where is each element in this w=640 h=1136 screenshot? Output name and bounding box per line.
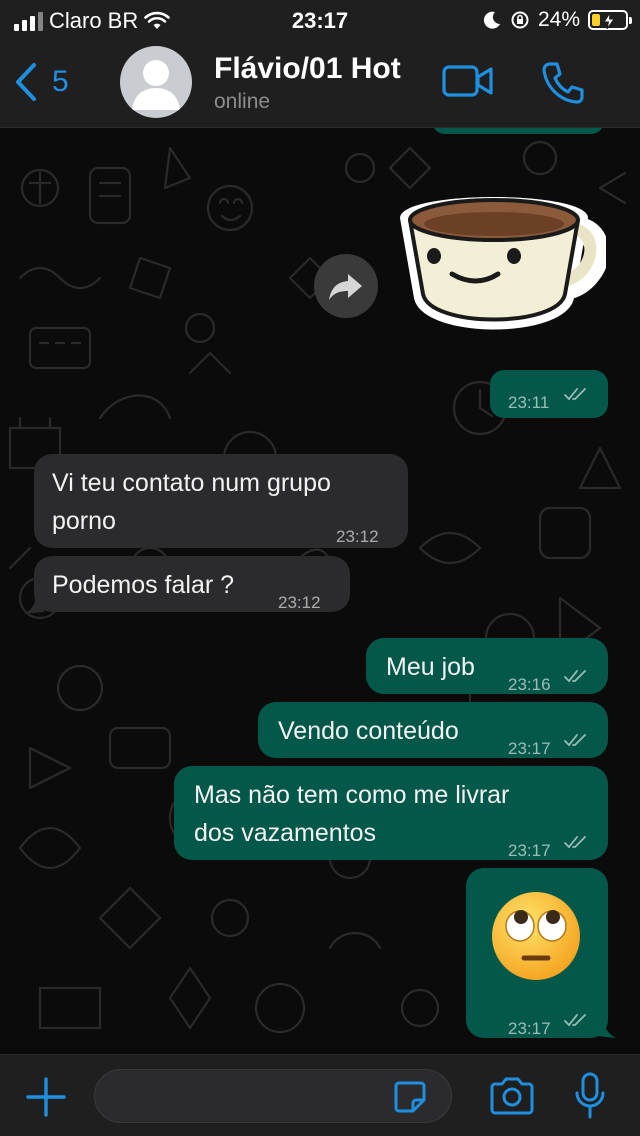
message-text-line: porno <box>52 507 116 535</box>
double-check-icon <box>564 1014 586 1027</box>
message-time: 23:17 <box>508 1019 551 1038</box>
battery-icon <box>588 10 632 30</box>
double-check-icon <box>564 670 586 683</box>
camera-icon[interactable] <box>488 1075 536 1117</box>
message-time: 23:17 <box>508 841 551 860</box>
message-input[interactable] <box>94 1069 452 1123</box>
charging-bolt-icon <box>603 13 615 29</box>
phone-icon[interactable] <box>540 60 586 106</box>
message-text: Vendo conteúdo <box>278 717 459 745</box>
message-text-line: Vi teu contato num grupo <box>52 469 331 497</box>
message-bubble-partial <box>432 128 604 134</box>
status-bar-right: 24% <box>482 8 632 32</box>
message-time: 23:11 <box>508 393 550 412</box>
message-bubble-outgoing[interactable]: Meu job 23:16 <box>366 638 608 694</box>
orientation-lock-icon <box>511 11 529 29</box>
forward-arrow-icon <box>329 274 362 300</box>
message-sticker[interactable] <box>394 178 610 350</box>
bubble-tail <box>24 594 44 614</box>
message-time-pill: 23:11 <box>490 370 608 418</box>
message-time: 23:12 <box>278 593 321 612</box>
message-time: 23:16 <box>508 675 551 694</box>
message-time: 23:12 <box>336 527 379 546</box>
message-bubble-outgoing[interactable]: Mas não tem como me livrar dos vazamento… <box>174 766 608 860</box>
battery-percent: 24% <box>537 8 580 31</box>
contact-name[interactable]: Flávio/01 Hot <box>214 52 401 86</box>
message-text-line: Mas não tem como me livrar <box>194 781 510 809</box>
back-button[interactable]: 5 <box>14 62 69 102</box>
contact-status: online <box>214 90 271 113</box>
double-check-icon <box>564 734 586 747</box>
coffee-cup-sticker-icon <box>400 197 610 330</box>
video-camera-icon[interactable] <box>442 62 494 100</box>
microphone-icon[interactable] <box>572 1071 608 1121</box>
message-bubble-outgoing[interactable]: Vendo conteúdo 23:17 <box>258 702 608 758</box>
unread-count: 5 <box>52 65 69 98</box>
moon-icon <box>483 11 500 29</box>
chat-header: 5 Flávio/01 Hot online <box>0 40 640 128</box>
plus-icon[interactable] <box>24 1075 68 1119</box>
message-text: Podemos falar ? <box>52 571 235 599</box>
sticker-icon[interactable] <box>393 1080 427 1114</box>
message-time: 23:17 <box>508 739 551 758</box>
forward-button[interactable] <box>314 254 378 318</box>
chat-area[interactable]: 23:11 Vi teu contato num grupo porno 23:… <box>0 128 640 1054</box>
message-text-line: dos vazamentos <box>194 819 377 847</box>
message-bubble-incoming[interactable]: Podemos falar ? 23:12 <box>34 556 350 612</box>
rolling-eyes-emoji-icon <box>492 892 580 980</box>
message-input-bar <box>0 1054 640 1136</box>
status-bar: Claro BR 23:17 24% <box>0 0 640 40</box>
message-text: Meu job <box>386 653 475 681</box>
avatar[interactable] <box>120 46 192 118</box>
double-check-icon <box>564 388 586 401</box>
bubble-tail <box>596 1018 616 1038</box>
chevron-left-icon <box>16 63 36 101</box>
default-avatar-icon <box>132 60 180 110</box>
message-bubble-outgoing-emoji[interactable]: 23:17 <box>466 868 608 1038</box>
double-check-icon <box>564 836 586 849</box>
message-bubble-incoming[interactable]: Vi teu contato num grupo porno 23:12 <box>34 454 408 548</box>
